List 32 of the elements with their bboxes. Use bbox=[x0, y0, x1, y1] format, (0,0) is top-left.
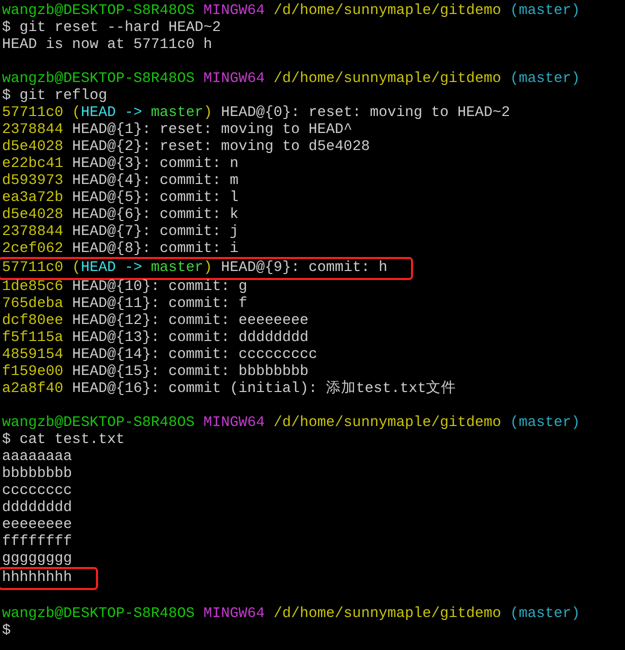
terminal-line: bbbbbbbb bbox=[2, 466, 72, 483]
terminal-line: ffffffff bbox=[2, 534, 72, 551]
terminal-line: d5e4028 HEAD@{2}: reset: moving to d5e4028 bbox=[2, 139, 370, 156]
terminal-line: eeeeeeee bbox=[2, 517, 72, 534]
terminal-line: d593973 HEAD@{4}: commit: m bbox=[2, 173, 238, 190]
terminal-line: $ cat test.txt bbox=[2, 432, 125, 449]
terminal-line: wangzb@DESKTOP-S8R48OS MINGW64 /d/home/sunnymaple/gitdemo (master) bbox=[2, 3, 580, 20]
terminal-line: $ git reset --hard HEAD~2 bbox=[2, 20, 221, 37]
terminal-line: e22bc41 HEAD@{3}: commit: n bbox=[2, 156, 238, 173]
terminal-line: ea3a72b HEAD@{5}: commit: l bbox=[2, 190, 238, 207]
terminal-line: f5f115a HEAD@{13}: commit: dddddddd bbox=[2, 330, 309, 347]
terminal-line: f159e00 HEAD@{15}: commit: bbbbbbbb bbox=[2, 364, 309, 381]
terminal-line: wangzb@DESKTOP-S8R48OS MINGW64 /d/home/sunnymaple/gitdemo (master) bbox=[2, 415, 580, 432]
terminal-line: 765deba HEAD@{11}: commit: f bbox=[2, 296, 248, 313]
terminal-line: 2378844 HEAD@{7}: commit: j bbox=[2, 224, 238, 241]
terminal-line: gggggggg bbox=[2, 551, 72, 568]
terminal-line: d5e4028 HEAD@{6}: commit: k bbox=[2, 207, 238, 224]
terminal-line: dddddddd bbox=[2, 500, 72, 517]
terminal-line: 4859154 HEAD@{14}: commit: ccccccccc bbox=[2, 347, 318, 364]
terminal-line: $ bbox=[2, 623, 11, 640]
terminal-line: $ git reflog bbox=[2, 88, 108, 105]
terminal-line: a2a8f40 HEAD@{16}: commit (initial): 添加test.txt文件 bbox=[2, 381, 456, 398]
terminal-line: dcf80ee HEAD@{12}: commit: eeeeeeee bbox=[2, 313, 309, 330]
terminal-line: 2cef062 HEAD@{8}: commit: i bbox=[2, 241, 238, 258]
terminal-line: cccccccc bbox=[2, 483, 72, 500]
terminal-line: 1de85c6 HEAD@{10}: commit: g bbox=[2, 279, 248, 296]
terminal-line: wangzb@DESKTOP-S8R48OS MINGW64 /d/home/sunnymaple/gitdemo (master) bbox=[2, 71, 580, 88]
terminal-line: 2378844 HEAD@{1}: reset: moving to HEAD^ bbox=[2, 122, 352, 139]
terminal-line: wangzb@DESKTOP-S8R48OS MINGW64 /d/home/sunnymaple/gitdemo (master) bbox=[2, 606, 580, 623]
terminal-line: 57711c0 (HEAD -> master) HEAD@{0}: reset: moving to HEAD~2 bbox=[2, 105, 510, 122]
terminal-line: HEAD is now at 57711c0 h bbox=[2, 37, 212, 54]
terminal-line: aaaaaaaa bbox=[2, 449, 72, 466]
